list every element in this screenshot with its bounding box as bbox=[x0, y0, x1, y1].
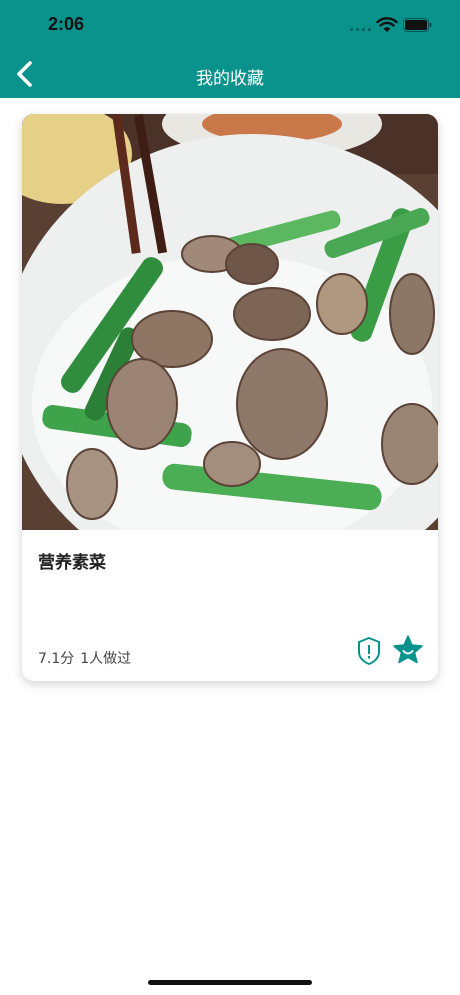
recipe-meta: 7.1分 1人做过 bbox=[38, 648, 137, 668]
status-bar: 2:06 bbox=[0, 0, 460, 52]
signal-icon bbox=[350, 28, 372, 32]
star-face-icon[interactable] bbox=[392, 634, 424, 666]
navigation-bar: 我的收藏 bbox=[0, 52, 460, 98]
recipe-photo bbox=[22, 114, 438, 530]
recipe-made-count: 1人做过 bbox=[80, 651, 132, 667]
page-title: 我的收藏 bbox=[196, 69, 264, 89]
battery-icon bbox=[403, 18, 432, 32]
recipe-name: 营养素菜 bbox=[38, 553, 106, 573]
recipe-score: 7.1分 bbox=[38, 651, 75, 667]
wifi-icon bbox=[376, 17, 398, 32]
favorite-recipe-card[interactable]: 营养素菜 7.1分 1人做过 bbox=[22, 114, 438, 681]
app-header: 2:06 我的收藏 bbox=[0, 0, 460, 98]
status-time: 2:06 bbox=[48, 14, 85, 34]
recipe-info: 营养素菜 7.1分 1人做过 bbox=[22, 530, 438, 681]
shield-alert-icon[interactable] bbox=[356, 636, 382, 666]
home-indicator bbox=[148, 980, 312, 985]
